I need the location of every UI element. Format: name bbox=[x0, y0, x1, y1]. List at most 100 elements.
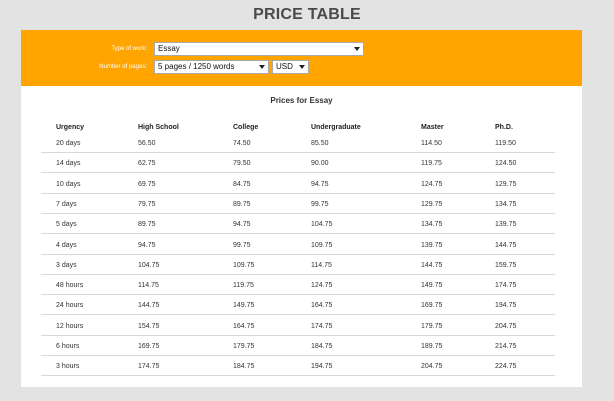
table-cell-college: 184.75 bbox=[233, 363, 255, 370]
page-title: PRICE TABLE bbox=[253, 6, 361, 23]
table-cell-high-school: 94.75 bbox=[138, 242, 156, 249]
table-cell-college: 119.75 bbox=[233, 282, 254, 289]
table-cell-phd: 134.75 bbox=[495, 201, 517, 208]
table-cell-phd: 204.75 bbox=[495, 323, 517, 330]
table-cell-master: 149.75 bbox=[421, 282, 443, 289]
table-cell-phd: 119.50 bbox=[495, 140, 516, 147]
row-divider bbox=[41, 254, 555, 255]
table-cell-undergraduate: 99.75 bbox=[311, 201, 329, 208]
type-of-work-value: Essay bbox=[158, 44, 180, 53]
table-cell-master: 124.75 bbox=[421, 181, 443, 188]
table-cell-master: 189.75 bbox=[421, 343, 443, 350]
table-cell-phd: 129.75 bbox=[495, 181, 517, 188]
table-cell-urgency: 7 days bbox=[56, 201, 77, 208]
row-divider bbox=[41, 274, 555, 275]
table-cell-undergraduate: 174.75 bbox=[311, 323, 333, 330]
table-cell-phd: 224.75 bbox=[495, 363, 517, 370]
table-cell-undergraduate: 164.75 bbox=[311, 302, 333, 309]
table-cell-phd: 174.75 bbox=[495, 282, 517, 289]
table-cell-undergraduate: 194.75 bbox=[311, 363, 333, 370]
table-title: Prices for Essay bbox=[270, 96, 333, 105]
table-cell-college: 94.75 bbox=[233, 221, 251, 228]
table-cell-urgency: 24 hours bbox=[56, 302, 84, 309]
chevron-down-icon bbox=[354, 47, 360, 51]
type-of-work-label: Type of work: bbox=[111, 46, 147, 52]
table-cell-college: 89.75 bbox=[233, 201, 251, 208]
table-cell-high-school: 79.75 bbox=[138, 201, 156, 208]
table-cell-urgency: 14 days bbox=[56, 160, 81, 167]
table-cell-urgency: 48 hours bbox=[56, 282, 84, 289]
table-cell-urgency: 12 hours bbox=[56, 323, 84, 330]
row-divider bbox=[41, 355, 555, 356]
table-cell-undergraduate: 114.75 bbox=[311, 262, 332, 269]
price-table-card: Type of work: Essay Number of pages: 5 p… bbox=[21, 30, 582, 387]
table-cell-master: 169.75 bbox=[421, 302, 443, 309]
table-cell-master: 144.75 bbox=[421, 262, 443, 269]
table-cell-master: 204.75 bbox=[421, 363, 443, 370]
table-cell-urgency: 20 days bbox=[56, 140, 81, 147]
table-cell-phd: 194.75 bbox=[495, 302, 517, 309]
chevron-down-icon bbox=[299, 65, 305, 69]
table-cell-college: 164.75 bbox=[233, 323, 255, 330]
row-divider bbox=[41, 335, 555, 336]
table-cell-urgency: 10 days bbox=[56, 181, 81, 188]
table-cell-college: 79.50 bbox=[233, 160, 251, 167]
table-cell-college: 149.75 bbox=[233, 302, 255, 309]
table-cell-high-school: 154.75 bbox=[138, 323, 160, 330]
row-divider bbox=[41, 193, 555, 194]
row-divider bbox=[41, 172, 555, 173]
table-cell-master: 179.75 bbox=[421, 323, 443, 330]
column-header-college: College bbox=[233, 124, 259, 131]
table-cell-phd: 124.50 bbox=[495, 160, 517, 167]
number-of-pages-label: Number of pages: bbox=[99, 64, 147, 70]
chevron-down-icon bbox=[259, 65, 265, 69]
column-header-phd: Ph.D. bbox=[495, 124, 513, 131]
table-cell-urgency: 4 days bbox=[56, 242, 77, 249]
table-cell-phd: 214.75 bbox=[495, 343, 517, 350]
table-cell-high-school: 62.75 bbox=[138, 160, 156, 167]
row-divider bbox=[41, 152, 555, 153]
currency-value: USD bbox=[276, 62, 293, 71]
table-cell-urgency: 3 days bbox=[56, 262, 77, 269]
table-cell-high-school: 174.75 bbox=[138, 363, 160, 370]
row-divider bbox=[41, 213, 555, 214]
number-of-pages-value: 5 pages / 1250 words bbox=[158, 62, 235, 71]
number-of-pages-select[interactable]: 5 pages / 1250 words bbox=[154, 60, 269, 74]
column-header-undergraduate: Undergraduate bbox=[311, 124, 361, 131]
type-of-work-select[interactable]: Essay bbox=[154, 42, 364, 56]
table-cell-undergraduate: 85.50 bbox=[311, 140, 329, 147]
row-divider bbox=[41, 294, 555, 295]
table-cell-high-school: 169.75 bbox=[138, 343, 160, 350]
table-cell-phd: 159.75 bbox=[495, 262, 517, 269]
row-divider bbox=[41, 314, 555, 315]
table-cell-high-school: 114.75 bbox=[138, 282, 159, 289]
table-cell-master: 129.75 bbox=[421, 201, 443, 208]
currency-select[interactable]: USD bbox=[272, 60, 309, 74]
table-cell-college: 84.75 bbox=[233, 181, 251, 188]
table-cell-high-school: 89.75 bbox=[138, 221, 156, 228]
type-of-work-row: Type of work: Essay bbox=[21, 42, 582, 56]
row-divider bbox=[41, 233, 555, 234]
table-cell-college: 109.75 bbox=[233, 262, 255, 269]
order-form: Type of work: Essay Number of pages: 5 p… bbox=[21, 30, 582, 86]
number-of-pages-row: Number of pages: 5 pages / 1250 words US… bbox=[21, 60, 582, 74]
table-cell-phd: 139.75 bbox=[495, 221, 517, 228]
table-cell-urgency: 6 hours bbox=[56, 343, 80, 350]
table-cell-high-school: 56.50 bbox=[138, 140, 156, 147]
table-cell-undergraduate: 124.75 bbox=[311, 282, 333, 289]
column-header-master: Master bbox=[421, 124, 444, 131]
table-cell-urgency: 3 hours bbox=[56, 363, 80, 370]
table-cell-high-school: 69.75 bbox=[138, 181, 156, 188]
table-cell-master: 139.75 bbox=[421, 242, 443, 249]
column-header-high-school: High School bbox=[138, 124, 179, 131]
table-cell-college: 179.75 bbox=[233, 343, 255, 350]
table-cell-undergraduate: 109.75 bbox=[311, 242, 333, 249]
table-cell-undergraduate: 184.75 bbox=[311, 343, 333, 350]
table-cell-high-school: 104.75 bbox=[138, 262, 160, 269]
table-cell-phd: 144.75 bbox=[495, 242, 517, 249]
row-divider bbox=[41, 375, 555, 376]
table-cell-college: 99.75 bbox=[233, 242, 251, 249]
table-cell-undergraduate: 104.75 bbox=[311, 221, 333, 228]
table-cell-urgency: 5 days bbox=[56, 221, 77, 228]
table-cell-undergraduate: 94.75 bbox=[311, 181, 329, 188]
